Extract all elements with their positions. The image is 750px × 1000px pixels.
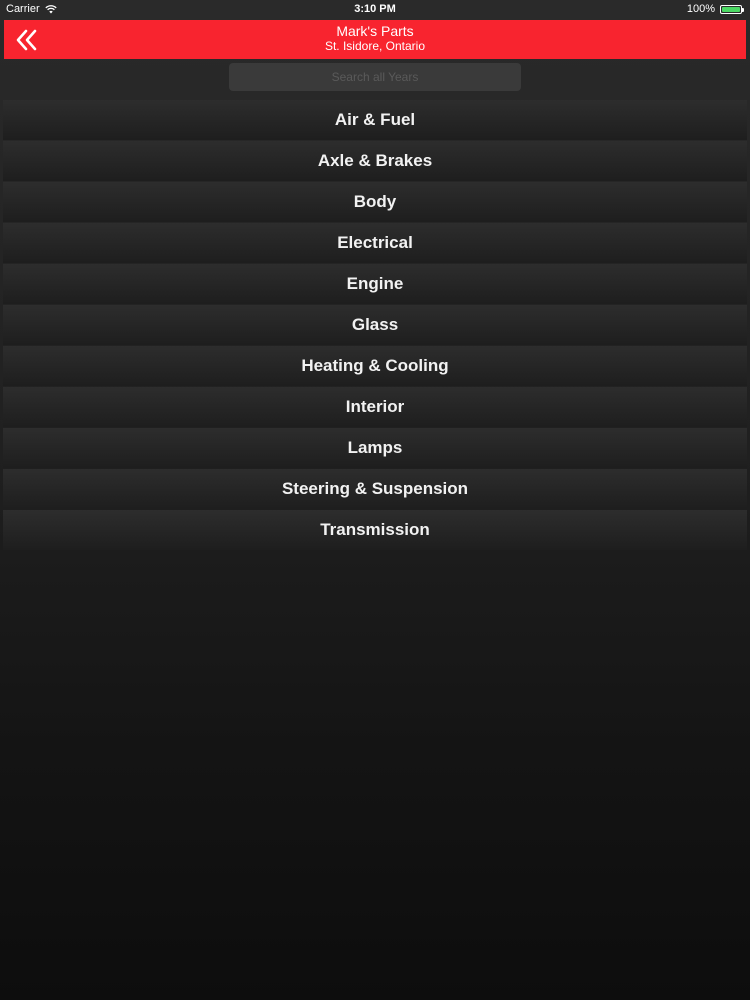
category-item[interactable]: Axle & Brakes <box>3 141 747 181</box>
category-list: Air & Fuel Axle & Brakes Body Electrical Eng… <box>3 100 747 551</box>
status-time: 3:10 PM <box>354 3 396 15</box>
store-name: Mark's Parts <box>336 23 414 39</box>
category-item[interactable]: Air & Fuel <box>3 100 747 140</box>
category-item[interactable]: Heating & Cooling <box>3 346 747 386</box>
category-item[interactable]: Interior <box>3 387 747 427</box>
category-item[interactable]: Glass <box>3 305 747 345</box>
status-bar: Carrier 3:10 PM 100% <box>0 0 750 20</box>
header-bar: Mark's Parts St. Isidore, Ontario <box>4 20 746 59</box>
battery-fill <box>722 6 740 12</box>
header-titles: Mark's Parts St. Isidore, Ontario <box>4 23 746 54</box>
category-item[interactable]: Steering & Suspension <box>3 469 747 509</box>
category-item[interactable]: Body <box>3 182 747 222</box>
category-item[interactable]: Electrical <box>3 223 747 263</box>
battery-percent: 100% <box>686 3 715 15</box>
category-item[interactable]: Engine <box>3 264 747 304</box>
battery-icon <box>720 4 744 14</box>
status-right: 100% <box>686 3 744 15</box>
store-location: St. Isidore, Ontario <box>324 39 426 53</box>
search-input[interactable] <box>229 63 521 91</box>
category-item[interactable]: Lamps <box>3 428 747 468</box>
category-item[interactable]: Transmission <box>3 510 747 550</box>
